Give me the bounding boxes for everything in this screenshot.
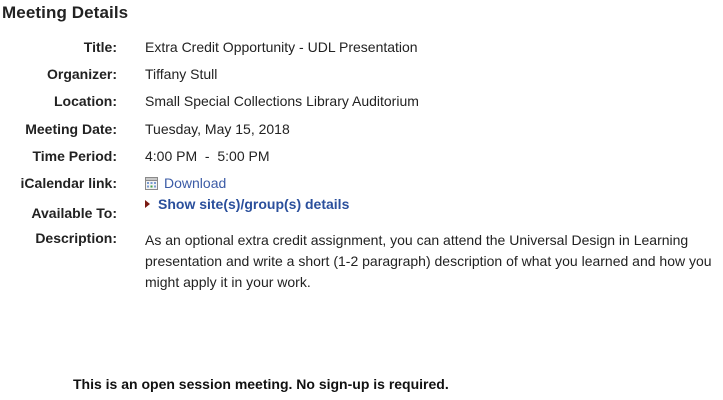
title-label: Title: bbox=[83, 39, 117, 55]
calendar-icon bbox=[145, 177, 158, 190]
available-to-label: Available To: bbox=[31, 205, 117, 221]
available-to-value: Show site(s)/group(s) details bbox=[145, 196, 349, 212]
organizer-label: Organizer: bbox=[46, 66, 117, 82]
organizer-value: Tiffany Stull bbox=[145, 66, 218, 82]
location-value: Small Special Collections Library Audito… bbox=[145, 93, 419, 109]
page-title: Meeting Details bbox=[2, 3, 129, 22]
meeting-date-value: Tuesday, May 15, 2018 bbox=[145, 121, 290, 137]
open-session-notice: This is an open session meeting. No sign… bbox=[73, 376, 449, 392]
icalendar-value: Download bbox=[145, 175, 226, 191]
meeting-date-label: Meeting Date: bbox=[25, 121, 117, 137]
time-period-value: 4:00 PM - 5:00 PM bbox=[145, 148, 270, 164]
time-period-label: Time Period: bbox=[32, 148, 117, 164]
expand-triangle-icon[interactable] bbox=[145, 200, 150, 208]
show-site-group-details-link[interactable]: Show site(s)/group(s) details bbox=[158, 196, 349, 212]
icalendar-download-link[interactable]: Download bbox=[164, 175, 226, 191]
description-value: As an optional extra credit assignment, … bbox=[145, 232, 712, 290]
icalendar-label: iCalendar link: bbox=[20, 175, 117, 191]
location-label: Location: bbox=[54, 93, 117, 109]
title-value: Extra Credit Opportunity - UDL Presentat… bbox=[145, 39, 418, 55]
description-label: Description: bbox=[35, 230, 117, 246]
